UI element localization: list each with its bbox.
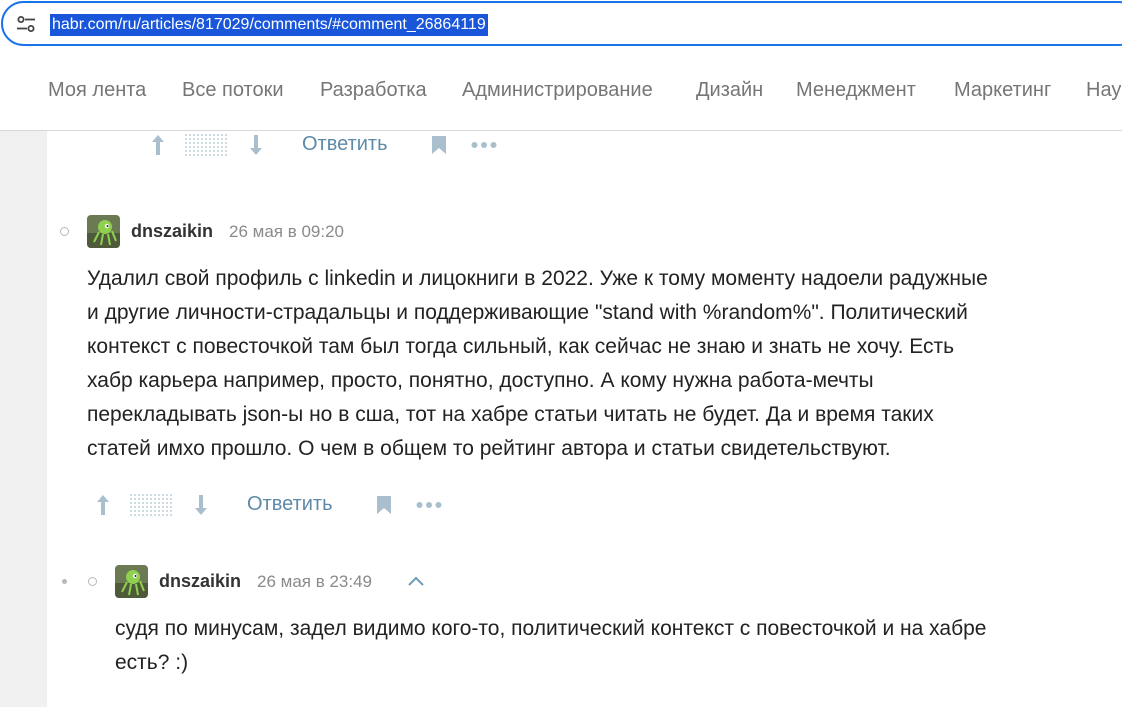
bookmark-icon[interactable] [376, 495, 392, 515]
comment-line: есть? :) [115, 651, 189, 674]
comment-time[interactable]: 26 мая в 09:20 [229, 222, 344, 242]
site-settings-icon[interactable] [16, 15, 36, 33]
comment-line: хабр карьера например, просто, понятно, … [87, 369, 874, 392]
rating-placeholder-icon [185, 134, 229, 156]
comment-line: судя по минусам, задел видимо кого-то, п… [115, 617, 987, 640]
more-options-icon[interactable] [416, 501, 442, 509]
avatar-image-icon [115, 565, 148, 598]
comment-body: судя по минусам, задел видимо кого-то, п… [115, 612, 986, 680]
nav-science[interactable]: Нау [1086, 79, 1121, 102]
vote-down-icon[interactable] [249, 134, 263, 156]
thread-bullet [60, 227, 69, 236]
thread-bullet [88, 577, 97, 586]
nav-all-streams[interactable]: Все потоки [182, 79, 284, 102]
nav-development[interactable]: Разработка [320, 79, 427, 102]
vote-up-icon[interactable] [151, 134, 165, 156]
avatar-image-icon [87, 215, 120, 248]
nav-design[interactable]: Дизайн [696, 79, 763, 102]
vote-up-icon[interactable] [96, 494, 110, 516]
comment-actions-previous: Ответить [147, 131, 507, 161]
reply-link[interactable]: Ответить [302, 133, 388, 156]
hub-navigation: Моя лента Все потоки Разработка Админист… [0, 52, 1122, 131]
avatar[interactable] [87, 215, 120, 248]
browser-window: habr.com/ru/articles/817029/comments/#co… [0, 0, 1122, 707]
comment-time[interactable]: 26 мая в 23:49 [257, 572, 372, 592]
thread-bullet [62, 579, 67, 584]
nav-administration[interactable]: Администрирование [462, 79, 653, 102]
url-text[interactable]: habr.com/ru/articles/817029/comments/#co… [50, 14, 488, 36]
nav-my-feed[interactable]: Моя лента [48, 79, 146, 102]
comment-line: перекладывать json-ы но в сша, тот на ха… [87, 403, 934, 426]
comment-line: контекст с повесточкой там был тогда сил… [87, 335, 955, 358]
comment-line: и другие личности-страдальцы и поддержив… [87, 301, 968, 324]
address-bar[interactable]: habr.com/ru/articles/817029/comments/#co… [1, 1, 1122, 46]
address-bar-area: habr.com/ru/articles/817029/comments/#co… [0, 0, 1122, 52]
chevron-up-icon[interactable] [408, 576, 424, 586]
nav-marketing[interactable]: Маркетинг [954, 79, 1051, 102]
vote-down-icon[interactable] [194, 494, 208, 516]
comment-actions: Ответить [92, 491, 452, 521]
comment-author[interactable]: dnszaikin [159, 571, 241, 592]
comment-body: Удалил свой профиль с linkedin и лицокни… [87, 262, 988, 466]
comments-area: Ответить dnszaikin 26 мая в 09:20 Удалил… [47, 131, 1122, 707]
comment-line: Удалил свой профиль с linkedin и лицокни… [87, 267, 988, 290]
rating-placeholder-icon [130, 494, 174, 516]
nav-management[interactable]: Менеджмент [796, 79, 916, 102]
avatar[interactable] [115, 565, 148, 598]
bookmark-icon[interactable] [431, 135, 447, 155]
comment-line: статей имхо прошло. О чем в общем то рей… [87, 437, 891, 460]
comment-author[interactable]: dnszaikin [131, 221, 213, 242]
more-options-icon[interactable] [471, 141, 497, 149]
reply-link[interactable]: Ответить [247, 493, 333, 516]
